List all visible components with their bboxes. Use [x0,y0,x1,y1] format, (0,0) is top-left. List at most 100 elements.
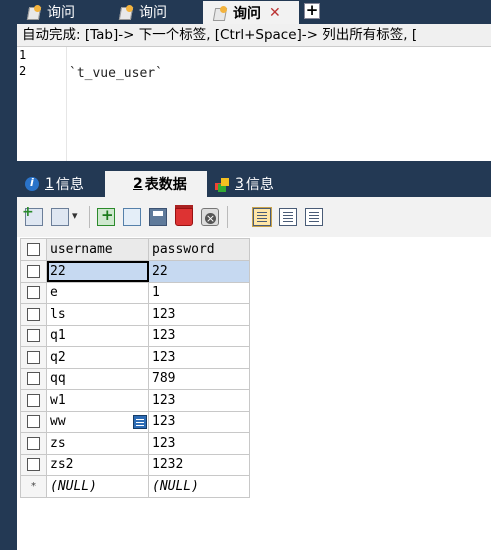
info-icon [25,176,39,191]
tab-info-3[interactable]: 3 信息 [207,171,287,197]
cell-password[interactable]: 1232 [148,453,250,476]
cell-username[interactable]: q2 [46,346,149,369]
query-tab-label: 询问 [233,5,261,22]
duplicate-row-icon[interactable] [123,208,141,226]
row-checkbox[interactable] [20,346,47,369]
checkbox-icon [27,243,40,256]
row-checkbox[interactable] [20,303,47,326]
text-view-icon[interactable] [305,208,323,226]
tab-number: 3 [235,176,244,192]
result-tab-strip: 1 信息 2 表数据 3 信息 [17,171,491,429]
line-number: 2 [19,64,27,78]
cell-username[interactable]: q1 [46,324,149,347]
table-row[interactable]: zs2 1232 [20,453,250,476]
splitter[interactable] [17,161,491,171]
cell-username[interactable]: zs [46,432,149,455]
query-tab-3[interactable]: 询问 ✕ [203,1,299,24]
close-icon[interactable]: ✕ [269,5,281,21]
grid-export-icon[interactable] [51,208,78,226]
line-number: 1 [19,48,27,62]
cell-username[interactable]: w1 [46,389,149,412]
grid-view-icon[interactable] [252,207,272,227]
row-checkbox[interactable] [20,324,47,347]
query-tab-2[interactable]: 询问 [109,0,195,24]
table-row[interactable]: q2 123 [20,346,250,369]
row-checkbox[interactable] [20,367,47,390]
grid-toolbar [17,197,491,237]
new-tab-button[interactable]: + [304,3,320,19]
cell-password[interactable]: 1 [148,281,250,304]
blocks-icon [215,177,229,191]
table-row[interactable]: qq 789 [20,367,250,390]
query-icon [213,5,229,20]
checkbox-icon [27,458,40,472]
table-row[interactable]: 22 22 [20,260,250,283]
grid-insert-icon[interactable] [22,204,43,226]
grid-header-row: username password [20,238,250,261]
tab-number: 1 [45,176,54,192]
cell-password[interactable]: 123 [148,410,250,433]
table-row[interactable]: zs 123 [20,432,250,455]
cell-password[interactable]: 22 [148,260,250,283]
delete-icon[interactable] [175,205,193,226]
tab-number: 2 [133,176,143,192]
cell-password[interactable]: (NULL) [148,475,250,498]
toolbar-divider [227,206,228,228]
cell-password[interactable]: 123 [148,346,250,369]
checkbox-icon [27,393,40,407]
query-icon [119,5,135,19]
row-checkbox[interactable] [20,453,47,476]
column-header-password[interactable]: password [148,238,250,261]
cell-password[interactable]: 123 [148,324,250,347]
save-icon[interactable] [149,208,167,226]
tab-label: 表数据 [144,177,187,193]
tab-label: 信息 [245,177,274,193]
tab-info-1[interactable]: 1 信息 [17,171,103,197]
cell-username[interactable]: ls [46,303,149,326]
query-tab-1[interactable]: 询问 [17,0,105,24]
tab-label: 信息 [55,177,84,193]
cell-username[interactable]: ww [46,410,149,433]
row-checkbox[interactable] [20,281,47,304]
checkbox-icon [27,372,40,386]
row-checkbox[interactable] [20,432,47,455]
autocomplete-hint: 自动完成: [Tab]-> 下一个标签, [Ctrl+Space]-> 列出所有… [17,24,491,47]
cancel-icon[interactable] [201,208,219,226]
cell-username[interactable]: e [46,281,149,304]
table-row[interactable]: ww 123 [20,410,250,433]
cell-username[interactable]: 22 [46,260,149,283]
toolbar-divider [89,206,90,228]
cell-password[interactable]: 123 [148,389,250,412]
checkbox-icon [27,307,40,321]
table-row[interactable]: q1 123 [20,324,250,347]
add-row-icon[interactable] [97,206,115,226]
plus-icon: + [305,1,319,19]
column-header-username[interactable]: username [46,238,149,261]
cell-username[interactable]: qq [46,367,149,390]
left-panel-edge [0,0,17,550]
cell-password[interactable]: 789 [148,367,250,390]
cell-username[interactable]: (NULL) [46,475,149,498]
row-checkbox[interactable] [20,410,47,433]
row-checkbox[interactable] [20,260,47,283]
cell-password[interactable]: 123 [148,432,250,455]
new-row[interactable]: * (NULL) (NULL) [20,475,250,498]
select-all-checkbox[interactable] [20,238,47,261]
table-row[interactable]: ls 123 [20,303,250,326]
checkbox-icon [27,286,40,300]
checkbox-icon [27,350,40,364]
line-number-gutter: 1 2 [17,47,67,161]
row-checkbox[interactable] [20,389,47,412]
checkbox-icon [27,436,40,450]
table-row[interactable]: e 1 [20,281,250,304]
form-view-icon[interactable] [279,208,297,226]
checkbox-icon [27,264,40,278]
table-row[interactable]: w1 123 [20,389,250,412]
query-editor[interactable]: 1 2 `t_vue_user` [17,47,491,161]
new-row-marker: * [20,475,47,498]
tab-table-data[interactable]: 2 表数据 [105,171,207,429]
cell-username[interactable]: zs2 [46,453,149,476]
query-text[interactable]: `t_vue_user` [69,63,163,85]
query-tab-label: 询问 [139,5,167,21]
cell-password[interactable]: 123 [148,303,250,326]
